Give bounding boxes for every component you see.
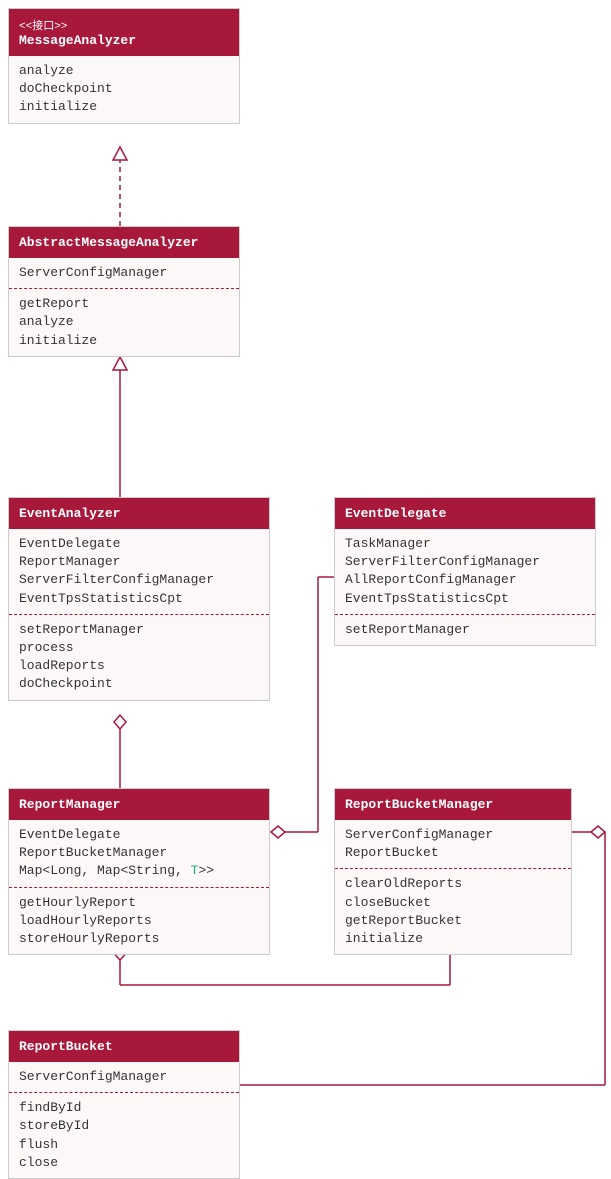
method: doCheckpoint — [19, 675, 259, 693]
method: flush — [19, 1136, 229, 1154]
attribute: AllReportConfigManager — [345, 571, 585, 589]
attribute: ServerConfigManager — [345, 826, 561, 844]
class-report-bucket-manager: ReportBucketManager ServerConfigManager … — [334, 788, 572, 955]
attributes-section: ServerConfigManager — [9, 258, 239, 288]
attribute: ReportManager — [19, 553, 259, 571]
class-header: EventAnalyzer — [9, 498, 269, 529]
stereotype: <<接口>> — [19, 17, 229, 33]
class-header: ReportBucketManager — [335, 789, 571, 820]
attribute: ReportBucket — [345, 844, 561, 862]
attribute: ReportBucketManager — [19, 844, 259, 862]
class-event-delegate: EventDelegate TaskManager ServerFilterCo… — [334, 497, 596, 646]
class-abstract-message-analyzer: AbstractMessageAnalyzer ServerConfigMana… — [8, 226, 240, 357]
method: initialize — [19, 332, 229, 350]
attribute: ServerFilterConfigManager — [345, 553, 585, 571]
method: findById — [19, 1099, 229, 1117]
class-header: EventDelegate — [335, 498, 595, 529]
attribute: EventTpsStatisticsCpt — [345, 590, 585, 608]
methods-section: analyze doCheckpoint initialize — [9, 56, 239, 123]
class-name: EventDelegate — [345, 506, 446, 521]
class-report-bucket: ReportBucket ServerConfigManager findByI… — [8, 1030, 240, 1179]
attribute: EventTpsStatisticsCpt — [19, 590, 259, 608]
class-name: MessageAnalyzer — [19, 33, 136, 48]
class-name: AbstractMessageAnalyzer — [19, 235, 198, 250]
method: closeBucket — [345, 894, 561, 912]
class-header: ReportBucket — [9, 1031, 239, 1062]
class-name: ReportBucketManager — [345, 797, 493, 812]
method: getHourlyReport — [19, 894, 259, 912]
method: clearOldReports — [345, 875, 561, 893]
methods-section: findById storeById flush close — [9, 1092, 239, 1178]
attribute: EventDelegate — [19, 826, 259, 844]
method: initialize — [345, 930, 561, 948]
attributes-section: TaskManager ServerFilterConfigManager Al… — [335, 529, 595, 614]
method: analyze — [19, 313, 229, 331]
methods-section: clearOldReports closeBucket getReportBuc… — [335, 868, 571, 954]
method: getReportBucket — [345, 912, 561, 930]
method: analyze — [19, 62, 229, 80]
class-message-analyzer: <<接口>> MessageAnalyzer analyze doCheckpo… — [8, 8, 240, 124]
class-header: AbstractMessageAnalyzer — [9, 227, 239, 258]
class-report-manager: ReportManager EventDelegate ReportBucket… — [8, 788, 270, 955]
attribute: ServerConfigManager — [19, 1068, 229, 1086]
attributes-section: EventDelegate ReportManager ServerFilter… — [9, 529, 269, 614]
methods-section: getReport analyze initialize — [9, 288, 239, 356]
attribute: ServerFilterConfigManager — [19, 571, 259, 589]
attribute: ServerConfigManager — [19, 264, 229, 282]
method: getReport — [19, 295, 229, 313]
attribute: EventDelegate — [19, 535, 259, 553]
method: storeHourlyReports — [19, 930, 259, 948]
attributes-section: ServerConfigManager — [9, 1062, 239, 1092]
method: close — [19, 1154, 229, 1172]
attributes-section: EventDelegate ReportBucketManager Map<Lo… — [9, 820, 269, 887]
class-name: ReportBucket — [19, 1039, 113, 1054]
class-header: <<接口>> MessageAnalyzer — [9, 9, 239, 56]
class-name: EventAnalyzer — [19, 506, 120, 521]
method: loadReports — [19, 657, 259, 675]
method: setReportManager — [345, 621, 585, 639]
attributes-section: ServerConfigManager ReportBucket — [335, 820, 571, 868]
method: loadHourlyReports — [19, 912, 259, 930]
methods-section: setReportManager — [335, 614, 595, 645]
method: initialize — [19, 98, 229, 116]
method: storeById — [19, 1117, 229, 1135]
method: setReportManager — [19, 621, 259, 639]
methods-section: setReportManager process loadReports doC… — [9, 614, 269, 700]
method: process — [19, 639, 259, 657]
class-name: ReportManager — [19, 797, 120, 812]
class-header: ReportManager — [9, 789, 269, 820]
methods-section: getHourlyReport loadHourlyReports storeH… — [9, 887, 269, 955]
method: doCheckpoint — [19, 80, 229, 98]
class-event-analyzer: EventAnalyzer EventDelegate ReportManage… — [8, 497, 270, 701]
attribute: Map<Long, Map<String, T>> — [19, 862, 259, 880]
attribute: TaskManager — [345, 535, 585, 553]
